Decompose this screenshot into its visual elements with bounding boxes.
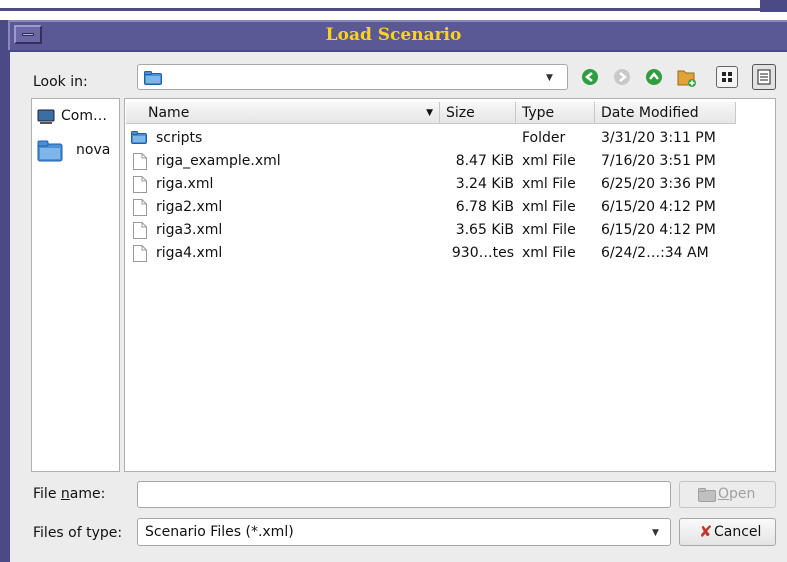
file-date: 3/31/20 3:11 PM [601, 130, 716, 146]
chevron-down-icon: ▼ [546, 73, 553, 83]
file-name: riga4.xml [156, 245, 223, 261]
column-header-label: Date Modified [601, 105, 699, 121]
column-header-size[interactable]: Size [440, 102, 516, 124]
look-in-combo[interactable]: ▼ [137, 64, 568, 90]
cancel-button-label: Cancel [714, 524, 762, 540]
file-icon [133, 199, 147, 216]
file-date: 7/16/20 3:51 PM [601, 153, 716, 169]
column-header-label: Size [446, 105, 475, 121]
file-type: xml File [522, 199, 576, 215]
file-date: 6/24/2…:34 AM [601, 245, 709, 261]
close-icon: ✘ [699, 522, 713, 541]
forward-icon[interactable] [609, 64, 635, 90]
file-name: riga_example.xml [156, 153, 281, 169]
file-name-input[interactable] [137, 481, 671, 508]
file-name-label-pre: File [33, 486, 61, 502]
cancel-button[interactable]: ✘ Cancel [679, 518, 776, 546]
back-icon[interactable] [577, 64, 603, 90]
column-header-type[interactable]: Type [516, 102, 595, 124]
open-button[interactable]: Open [679, 481, 776, 508]
column-header-name[interactable]: Name ▼ [126, 102, 440, 124]
up-folder-icon[interactable] [641, 64, 667, 90]
column-header-label: Name [148, 105, 190, 121]
files-of-type-value: Scenario Files (*.xml) [145, 524, 294, 540]
file-name-label: File name: [33, 486, 105, 502]
computer-icon [37, 109, 55, 124]
file-type: xml File [522, 153, 576, 169]
file-name: riga.xml [156, 176, 214, 192]
table-row[interactable]: scripts Folder 3/31/20 3:11 PM [126, 127, 736, 149]
sort-arrow-icon: ▼ [426, 108, 433, 118]
sidebar-item-nova[interactable]: nova [33, 138, 119, 164]
look-in-label: Look in: [33, 74, 88, 90]
details-view-icon[interactable] [752, 64, 776, 90]
open-button-label: Open [718, 486, 755, 502]
file-icon [133, 222, 147, 239]
folder-icon [144, 71, 162, 85]
sidebar-item-label: Com… [61, 108, 107, 124]
folder-icon [37, 140, 63, 162]
new-folder-icon[interactable] [673, 64, 699, 90]
window-title: Load Scenario [325, 25, 462, 45]
file-date: 6/15/20 4:12 PM [601, 222, 716, 238]
list-view-icon[interactable] [716, 66, 738, 88]
column-header-label: Type [522, 105, 555, 121]
folder-icon [698, 488, 716, 502]
sidebar-item-computer[interactable]: Com… [33, 106, 119, 128]
file-size: 3.24 KiB [455, 176, 514, 192]
file-size: 8.47 KiB [455, 153, 514, 169]
file-icon [133, 176, 147, 193]
desktop-strip [0, 0, 787, 20]
table-row[interactable]: riga.xml 3.24 KiB xml File 6/25/20 3:36 PM [126, 173, 736, 195]
sidebar-item-label: nova [76, 142, 111, 158]
file-size: 930…tes [451, 245, 514, 261]
file-date: 6/15/20 4:12 PM [601, 199, 716, 215]
files-of-type-combo[interactable]: Scenario Files (*.xml) ▼ [137, 518, 671, 546]
file-type: xml File [522, 176, 576, 192]
table-row[interactable]: riga2.xml 6.78 KiB xml File 6/15/20 4:12 PM [126, 196, 736, 218]
file-type: xml File [522, 245, 576, 261]
file-icon [133, 153, 147, 170]
file-type: Folder [522, 130, 566, 146]
file-date: 6/25/20 3:36 PM [601, 176, 716, 192]
chevron-down-icon: ▼ [652, 528, 659, 538]
folder-icon [131, 131, 147, 144]
file-icon [133, 245, 147, 262]
file-name: scripts [156, 130, 203, 146]
table-row[interactable]: riga_example.xml 8.47 KiB xml File 7/16/20 … [126, 150, 736, 172]
open-button-mnemonic: O [718, 486, 730, 502]
table-row[interactable]: riga4.xml 930…tes xml File 6/24/2…:34 AM [126, 242, 736, 264]
file-name-label-mnemonic: n [60, 486, 70, 502]
table-row[interactable]: riga3.xml 3.65 KiB xml File 6/15/20 4:12 PM [126, 219, 736, 241]
file-name: riga2.xml [156, 199, 223, 215]
column-header-date[interactable]: Date Modified [595, 102, 736, 124]
open-button-label-rest: pen [729, 486, 756, 502]
file-size: 6.78 KiB [455, 199, 514, 215]
file-name: riga3.xml [156, 222, 223, 238]
file-name-label-post: ame: [69, 486, 106, 502]
file-size: 3.65 KiB [455, 222, 514, 238]
files-of-type-label: Files of type: [33, 525, 123, 541]
file-type: xml File [522, 222, 576, 238]
